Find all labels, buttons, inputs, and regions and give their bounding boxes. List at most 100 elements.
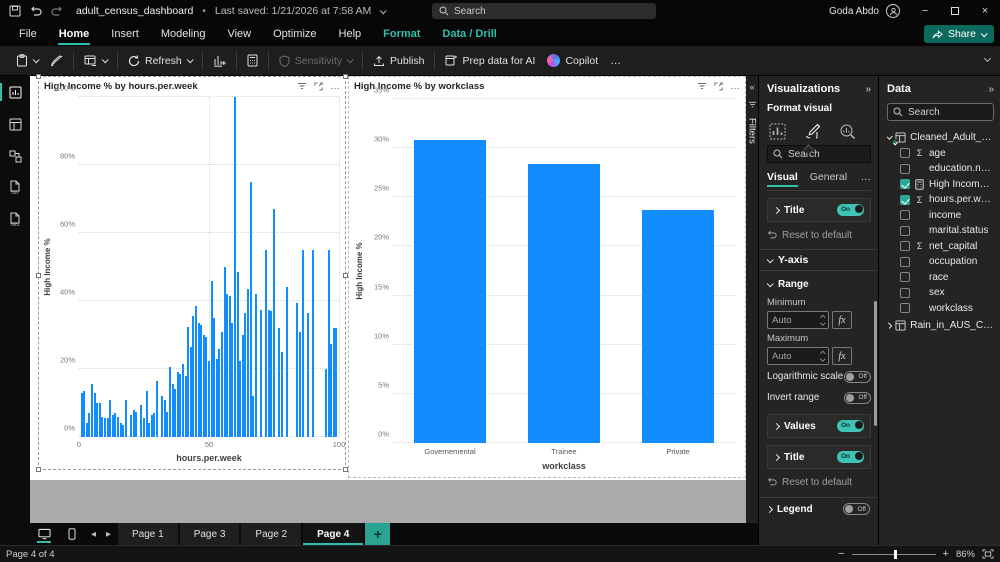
menu-file[interactable]: File xyxy=(8,22,48,46)
field-checkbox[interactable] xyxy=(900,210,910,221)
save-icon[interactable] xyxy=(9,5,21,17)
menu-view[interactable]: View xyxy=(216,22,262,46)
workclass-bar[interactable] xyxy=(641,210,715,443)
values-toggle[interactable]: On xyxy=(837,420,864,432)
legend-card[interactable]: Legend Off xyxy=(759,497,878,520)
field-row[interactable]: marital.status xyxy=(887,223,994,239)
mobile-layout-button[interactable] xyxy=(58,523,86,545)
hours-bar[interactable] xyxy=(135,411,138,437)
hours-bar[interactable] xyxy=(280,352,283,437)
refresh-button[interactable]: Refresh xyxy=(122,49,198,73)
toolbar-more-button[interactable]: … xyxy=(604,49,628,73)
format-visual-tab[interactable] xyxy=(802,121,823,142)
hours-bar[interactable] xyxy=(124,399,127,437)
y-axis-section[interactable]: Y-axis xyxy=(759,249,878,271)
hours-bar[interactable] xyxy=(301,250,304,437)
hours-bar[interactable] xyxy=(286,287,288,437)
legend-toggle[interactable]: Off xyxy=(843,503,870,515)
field-row[interactable]: Σnet_capital xyxy=(887,239,994,255)
menu-home[interactable]: Home xyxy=(48,22,101,46)
field-checkbox[interactable] xyxy=(900,256,910,267)
field-row[interactable]: Σage xyxy=(887,146,994,162)
table-row-cleaned-adult-income[interactable]: Cleaned_Adult_Incom... xyxy=(887,130,994,146)
reset-to-default-button[interactable]: Reset to default xyxy=(767,225,871,245)
field-checkbox[interactable] xyxy=(900,272,910,283)
field-row[interactable]: occupation xyxy=(887,254,994,270)
field-checkbox[interactable] xyxy=(900,287,910,298)
page-tab-page-3[interactable]: Page 3 xyxy=(179,523,240,545)
previous-page-icon[interactable]: ◀ xyxy=(86,523,101,545)
field-checkbox[interactable] xyxy=(900,225,910,236)
minimize-button[interactable]: − xyxy=(910,0,940,22)
zoom-out-icon[interactable]: − xyxy=(838,548,844,560)
account-avatar-icon[interactable] xyxy=(886,4,900,18)
format-painter-button[interactable] xyxy=(44,49,69,73)
new-visual-button[interactable] xyxy=(207,49,232,73)
format-tabs-more-icon[interactable]: … xyxy=(861,171,872,186)
field-row[interactable]: education.num xyxy=(887,161,994,177)
page-tab-page-1[interactable]: Page 1 xyxy=(118,523,178,545)
filter-icon[interactable] xyxy=(697,82,707,91)
new-measure-button[interactable] xyxy=(241,49,264,73)
collapse-pane-icon[interactable]: » xyxy=(988,84,994,95)
more-options-icon[interactable]: … xyxy=(730,81,741,92)
format-pane-scrollbar[interactable] xyxy=(874,301,877,426)
zoom-in-icon[interactable]: + xyxy=(943,548,949,560)
reset-to-default-button[interactable]: Reset to default xyxy=(767,472,871,492)
analytics-tab[interactable] xyxy=(837,121,858,142)
resize-handle[interactable] xyxy=(36,273,41,278)
redo-icon[interactable] xyxy=(51,6,63,17)
minimum-input[interactable]: Auto xyxy=(767,311,829,329)
title-toggle[interactable]: On xyxy=(837,204,864,216)
filters-pane-collapsed[interactable]: « Filters xyxy=(746,76,758,523)
title-bottom-toggle[interactable]: On xyxy=(837,451,864,463)
stepper-icon[interactable] xyxy=(819,351,825,361)
desktop-layout-button[interactable] xyxy=(30,523,58,545)
hours-bar[interactable] xyxy=(260,309,262,437)
paste-button[interactable] xyxy=(10,49,44,73)
undo-icon[interactable] xyxy=(30,6,42,17)
title-card-bottom[interactable]: Title On xyxy=(767,445,871,469)
resize-handle[interactable] xyxy=(36,467,41,472)
tmdl-view-button[interactable]: TMDL xyxy=(0,204,30,236)
menu-insert[interactable]: Insert xyxy=(100,22,150,46)
hours-bar[interactable] xyxy=(312,250,314,437)
field-row[interactable]: sex xyxy=(887,285,994,301)
fit-to-page-icon[interactable] xyxy=(982,549,994,559)
expand-filters-icon[interactable]: « xyxy=(749,82,754,92)
tab-general[interactable]: General xyxy=(810,171,847,186)
data-search-input[interactable]: Search xyxy=(887,103,994,121)
invert-range-toggle[interactable]: Off xyxy=(844,391,871,404)
field-checkbox[interactable] xyxy=(900,179,910,190)
menu-data-drill[interactable]: Data / Drill xyxy=(431,22,507,46)
report-canvas[interactable]: High Income % by hours.per.week … High I… xyxy=(30,74,746,480)
tab-visual[interactable]: Visual xyxy=(767,171,798,187)
hours-bar[interactable] xyxy=(254,294,257,437)
field-row[interactable]: race xyxy=(887,270,994,286)
copilot-button[interactable]: Copilot xyxy=(541,49,604,73)
publish-button[interactable]: Publish xyxy=(367,49,430,73)
hours-bar[interactable] xyxy=(273,209,275,437)
prep-data-ai-button[interactable]: Prep data for AI xyxy=(439,49,541,73)
add-page-button[interactable]: + xyxy=(365,523,391,545)
model-view-button[interactable] xyxy=(0,140,30,172)
field-checkbox[interactable] xyxy=(900,163,910,174)
account-name[interactable]: Goda Abdo xyxy=(829,6,879,17)
menu-modeling[interactable]: Modeling xyxy=(150,22,217,46)
minimum-fx-button[interactable]: fx xyxy=(832,311,852,329)
field-checkbox[interactable] xyxy=(900,303,910,314)
autosave-chevron-icon[interactable] xyxy=(379,6,388,14)
more-options-icon[interactable]: … xyxy=(330,81,341,92)
filter-icon[interactable] xyxy=(297,82,307,91)
logarithmic-scale-toggle[interactable]: Off xyxy=(844,370,871,383)
zoom-slider-thumb[interactable] xyxy=(893,549,897,559)
field-row[interactable]: Σhours.per.week xyxy=(887,192,994,208)
maximum-input[interactable]: Auto xyxy=(767,347,829,365)
values-card[interactable]: Values On xyxy=(767,414,871,438)
table-view-button[interactable] xyxy=(0,108,30,140)
next-page-icon[interactable]: ▶ xyxy=(101,523,116,545)
hours-bar[interactable] xyxy=(335,328,338,437)
report-view-button[interactable] xyxy=(0,76,30,108)
maximize-button[interactable] xyxy=(940,0,970,22)
stepper-icon[interactable] xyxy=(819,315,825,325)
